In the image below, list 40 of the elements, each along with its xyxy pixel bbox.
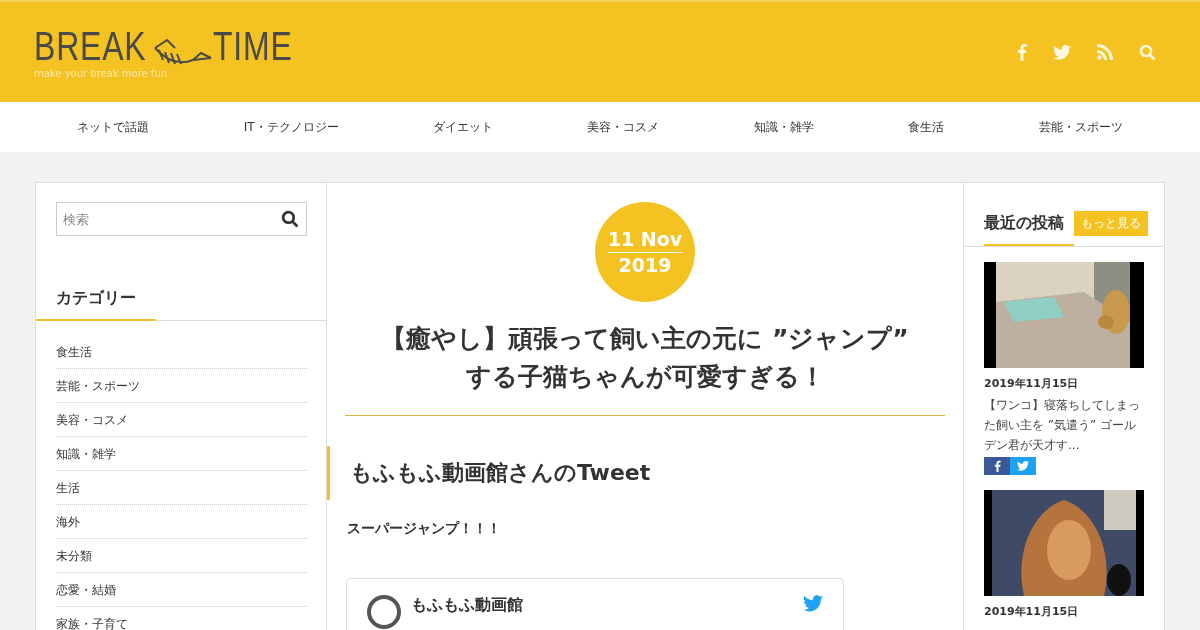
twitter-share-button[interactable]: [1010, 457, 1036, 475]
post-title[interactable]: 【ワンコ】寝落ちしてしまった飼い主を ”気遣う” ゴールデン君が天才す...: [984, 395, 1144, 455]
tweet-author[interactable]: もふもふ動画館: [411, 595, 793, 616]
category-link[interactable]: 芸能・スポーツ: [56, 379, 140, 393]
category-link[interactable]: 未分類: [56, 549, 92, 563]
facebook-icon[interactable]: [1017, 43, 1027, 61]
search-field[interactable]: 検索: [56, 202, 307, 236]
category-link[interactable]: 知識・雑学: [56, 447, 116, 461]
date-badge: 11 Nov 2019: [595, 202, 695, 302]
facebook-share-button[interactable]: [984, 457, 1010, 475]
tagline: make your break more fun: [34, 67, 169, 79]
nav-link[interactable]: 知識・雑学: [753, 118, 814, 136]
category-link[interactable]: 食生活: [56, 345, 92, 359]
twitter-icon[interactable]: [1053, 44, 1071, 60]
avatar: [367, 595, 401, 629]
rss-icon[interactable]: [1097, 44, 1113, 60]
nav-link[interactable]: ダイエット: [432, 118, 493, 136]
hammock-icon: [152, 37, 213, 66]
nav-link[interactable]: 芸能・スポーツ: [1038, 118, 1123, 136]
twitter-icon: [1017, 461, 1029, 471]
category-link[interactable]: 家族・子育て: [56, 617, 128, 630]
post-date: 2019年11月15日: [984, 604, 1080, 619]
twitter-icon[interactable]: [803, 595, 823, 612]
nav-link[interactable]: 食生活: [908, 118, 945, 136]
logo-text[interactable]: TIME: [212, 25, 293, 66]
category-link[interactable]: 海外: [56, 515, 80, 529]
article-title: 【癒やし】頑張って飼い主の元に ”ジャンプ” する子猫ちゃんが可愛すぎる！: [380, 323, 910, 393]
category-link[interactable]: 恋愛・結婚: [56, 583, 116, 597]
nav-link[interactable]: IT・テクノロジー: [243, 118, 339, 136]
category-link[interactable]: 生活: [56, 481, 80, 495]
post-date: 2019年11月15日: [984, 376, 1080, 391]
category-link[interactable]: 美容・コスメ: [56, 413, 128, 427]
nav-link[interactable]: 美容・コスメ: [587, 118, 660, 136]
search-icon[interactable]: [281, 210, 299, 228]
logo-text[interactable]: BREAK: [34, 25, 147, 66]
nav-link[interactable]: ネットで話題: [77, 118, 150, 136]
facebook-icon: [993, 460, 1001, 472]
body-text: スーパージャンプ！！！: [347, 520, 502, 538]
section-heading: もふもふ動画館さんのTweet: [327, 446, 963, 500]
widget-title: カテゴリー: [36, 288, 156, 321]
